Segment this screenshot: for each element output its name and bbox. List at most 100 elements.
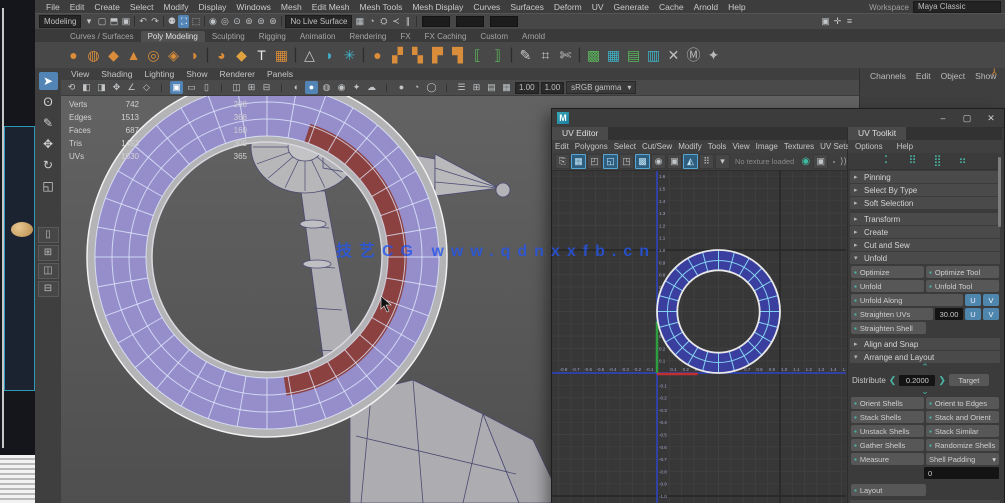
shelf-tab[interactable]: Animation [293, 31, 343, 42]
unfold-tool-button[interactable]: ▪ Unfold Tool [926, 280, 999, 292]
type-tool-icon[interactable]: T [253, 43, 270, 67]
measure-button[interactable]: ▪ Measure [851, 453, 924, 465]
image-icon[interactable]: ▣ [813, 154, 829, 169]
shaded-icon[interactable]: ● [305, 81, 318, 94]
stack-shells-button[interactable]: ▪ Stack Shells [851, 411, 924, 423]
target-button[interactable]: Target [948, 374, 989, 386]
distortion-icon[interactable]: ▩ [635, 154, 650, 169]
hud-icon[interactable]: ▦ [500, 81, 513, 94]
texture-dropdown-icon[interactable]: ▾ [715, 154, 730, 169]
menu-item[interactable]: Edit [65, 2, 90, 12]
open-scene-icon[interactable]: ⬒ [108, 15, 119, 28]
material-icon[interactable]: Ⓜ [685, 43, 702, 67]
camera-lock-icon[interactable]: ◧ [80, 81, 93, 94]
unfold-v-button[interactable]: V [983, 294, 999, 306]
panel-menu-item[interactable]: View [65, 68, 95, 80]
gate-mask-icon[interactable]: ▭ [185, 81, 198, 94]
unfold-u-button[interactable]: U [965, 294, 981, 306]
grease-pencil-icon[interactable]: ✥ [110, 81, 123, 94]
sculpt-icon[interactable]: ▣ [820, 15, 831, 28]
straighten-v-button[interactable]: V [983, 308, 999, 320]
lasso-tool[interactable]: ʘ [39, 93, 58, 111]
uv-toolkit-menu-item[interactable]: Options [852, 140, 886, 153]
joints-xray-icon[interactable]: ◯ [425, 81, 438, 94]
shelf-tab[interactable]: Custom [473, 31, 515, 42]
uv-borders-icon[interactable]: ◳ [619, 154, 634, 169]
menu-item[interactable]: Help [723, 2, 750, 12]
edge-select-mode-icon[interactable]: ⠿ [907, 155, 918, 168]
uv-editor-tab[interactable]: UV Editor [552, 127, 609, 140]
field-chart-icon[interactable]: ▯ [200, 81, 213, 94]
shell-padding-value-field[interactable]: 0 [924, 467, 999, 479]
section-pinning[interactable]: ▸ Pinning [850, 171, 1000, 183]
shelf-tab[interactable]: Curves / Surfaces [63, 31, 141, 42]
target-weld-icon[interactable]: ▩ [585, 43, 602, 67]
uv-snapshot-icon[interactable]: ⎘ [555, 154, 570, 169]
poly-cylinder-icon[interactable]: ◆ [105, 43, 122, 67]
menu-item[interactable]: Display [194, 2, 232, 12]
snap-curve-icon[interactable]: ◎ [219, 15, 230, 28]
section-unfold[interactable]: ▾ Unfold [850, 252, 1000, 264]
exposure-menu-icon[interactable]: ☰ [455, 81, 468, 94]
reduce-icon[interactable]: ▤ [625, 43, 642, 67]
nudge-left-button[interactable]: ❮ [889, 375, 897, 386]
channel-box-menu-item[interactable]: Object [937, 71, 970, 81]
view-prev-icon[interactable]: ⟲ [65, 81, 78, 94]
smooth-icon[interactable]: ▦ [605, 43, 622, 67]
menu-item[interactable]: Mesh Tools [355, 2, 408, 12]
uv-select-mode-icon[interactable]: ⠅ [882, 155, 893, 168]
mirror-left-icon[interactable]: ⟦ [469, 43, 486, 67]
uv-menu-item[interactable]: Select [611, 140, 639, 153]
layout-button[interactable]: ▪ Layout [851, 484, 926, 496]
combine-icon[interactable]: ● [369, 43, 386, 67]
menu-item[interactable]: Generate [609, 2, 654, 12]
menu-item[interactable]: UV [587, 2, 609, 12]
randomize-shells-button[interactable]: ▪ Randomize Shells [926, 439, 999, 451]
new-scene-icon[interactable]: ▢ [96, 15, 107, 28]
selection-field-2[interactable] [456, 16, 485, 27]
live-surface-button[interactable]: No Live Surface [285, 15, 353, 28]
poly-cube-icon[interactable]: ◍ [85, 43, 102, 67]
exposure-slider[interactable] [833, 156, 864, 167]
menu-item[interactable]: Deform [549, 2, 587, 12]
snap-projected-icon[interactable]: ⊚ [243, 15, 254, 28]
distribute-value-field[interactable]: 0.2000 [899, 374, 936, 386]
layout-four-pane[interactable]: ⊞ [37, 245, 59, 261]
menu-item[interactable]: Mesh Display [407, 2, 468, 12]
panel-menu-item[interactable]: Panels [261, 68, 299, 80]
menu-item[interactable]: Modify [159, 2, 194, 12]
channel-box-menu-item[interactable]: Edit [912, 71, 935, 81]
poly-sphere-icon[interactable]: ● [65, 43, 82, 67]
uv-menu-item[interactable]: Tools [705, 140, 730, 153]
optimize-button[interactable]: ▪ Optimize [851, 266, 924, 278]
uv-menu-item[interactable]: Cut/Sew [639, 140, 675, 153]
grid-icon[interactable]: ▦ [571, 154, 586, 169]
gamma-field[interactable]: 1.00 [540, 81, 565, 94]
panel-menu-item[interactable]: Shading [95, 68, 138, 80]
super-shape-icon[interactable]: ◕ [213, 43, 230, 67]
menu-item[interactable]: Edit Mesh [307, 2, 355, 12]
filter-icon[interactable]: ⠿ [699, 154, 714, 169]
section-transform[interactable]: ▸ Transform [850, 213, 1000, 225]
straighten-angle-field[interactable]: 30.00 [935, 308, 963, 320]
face-select-mode-icon[interactable]: ⣿ [932, 155, 943, 168]
ipr-render-icon[interactable]: ◔ [366, 15, 377, 28]
menu-item[interactable]: Mesh [276, 2, 307, 12]
snap-surface-icon[interactable]: ⊛ [267, 15, 278, 28]
unfold-along-button[interactable]: ▪ Unfold Along [851, 294, 963, 306]
poly-cone-icon[interactable]: ▲ [125, 43, 142, 67]
use-lights-icon[interactable]: ◉ [335, 81, 348, 94]
shell-padding-dropdown[interactable]: Shell Padding ▾ [926, 453, 999, 465]
resolution-gate-icon[interactable]: ▣ [170, 81, 183, 94]
frame-all-icon[interactable]: ⊟ [260, 81, 273, 94]
delete-history-icon[interactable]: ✕ [665, 43, 682, 67]
selection-field-3[interactable] [490, 16, 519, 27]
nudge-up-button[interactable]: ⌃ [848, 363, 1002, 372]
camera-attrs-icon[interactable]: ∠ [125, 81, 138, 94]
paint-select-tool[interactable]: ✎ [39, 114, 58, 132]
selection-field-1[interactable] [422, 16, 451, 27]
snap-point-icon[interactable]: ⊙ [231, 15, 242, 28]
wireframe-icon[interactable]: ◐ [290, 81, 303, 94]
remesh-icon[interactable]: ▥ [645, 43, 662, 67]
menu-item[interactable]: Cache [654, 2, 689, 12]
